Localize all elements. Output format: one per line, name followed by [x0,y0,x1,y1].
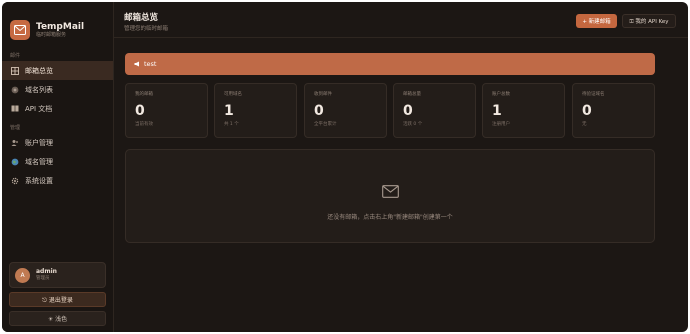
sidebar-item-overview[interactable]: 邮箱总览 [2,61,113,80]
envelope-icon [382,183,399,202]
stat-value: 1 [492,103,502,119]
stat-label: 账户总数 [492,92,510,97]
sidebar-item-api-docs[interactable]: API 文档 [2,99,113,118]
empty-state-panel: 还没有邮箱，点击右上角"新建邮箱"创建第一个 [125,149,655,243]
section-label-manage: 管理 [10,125,21,131]
stat-value: 0 [135,103,145,119]
stat-label: 待验证域名 [582,92,605,97]
megaphone-icon [134,61,140,67]
stat-card-received-mails: 收到邮件 0 全平台累计 [304,83,387,138]
stat-card-account-total: 账户总数 1 注册用户 [482,83,565,138]
banner-text: test [144,60,157,68]
sidebar-item-label: 域名列表 [25,85,53,94]
grid-icon [10,66,19,75]
sidebar-item-label: API 文档 [25,104,53,113]
gear-icon [10,176,19,185]
sidebar: TempMail 临时邮箱服务 邮件 邮箱总览 域名列表 API 文档 管理 账… [2,2,114,332]
stat-label: 我的邮箱 [135,92,153,97]
globe-color-icon [10,157,19,166]
stat-label: 邮箱总量 [403,92,421,97]
users-icon [10,138,19,147]
page-header: 邮箱总览 管理您的临时邮箱 + 新建邮箱 ⚿ 我的 API Key [114,2,688,38]
stat-note: 活跃 0 个 [403,122,423,127]
announcement-banner: test [125,53,655,75]
book-icon [10,104,19,113]
user-role: 管理员 [36,276,50,281]
section-label-mail: 邮件 [10,53,21,59]
empty-state-text: 还没有邮箱，点击右上角"新建邮箱"创建第一个 [327,214,453,221]
stat-card-available-domains: 可用域名 1 共 1 个 [214,83,297,138]
page-subtitle: 管理您的临时邮箱 [124,26,169,32]
brand-name: TempMail [36,21,85,32]
api-key-button[interactable]: ⚿ 我的 API Key [622,14,676,28]
stat-value: 1 [224,103,234,119]
stat-label: 收到邮件 [314,92,332,97]
stat-card-pending-domains: 待验证域名 0 无 [572,83,655,138]
stat-note: 当前有效 [135,122,153,127]
user-card[interactable]: A admin 管理员 [9,262,106,288]
page-title: 邮箱总览 [124,13,159,23]
avatar: A [15,267,30,283]
sidebar-item-label: 域名管理 [25,157,53,166]
stat-label: 可用域名 [224,92,242,97]
app-window: TempMail 临时邮箱服务 邮件 邮箱总览 域名列表 API 文档 管理 账… [2,2,688,332]
stat-card-my-mailboxes: 我的邮箱 0 当前有效 [125,83,208,138]
mail-logo-icon [10,20,30,40]
user-name: admin [36,268,57,275]
sidebar-item-label: 邮箱总览 [25,66,53,75]
stat-card-mailbox-total: 邮箱总量 0 活跃 0 个 [393,83,476,138]
sidebar-item-label: 账户管理 [25,138,53,147]
new-mailbox-button[interactable]: + 新建邮箱 [576,14,617,28]
stat-value: 0 [582,103,592,119]
sidebar-item-domain-manage[interactable]: 域名管理 [2,152,113,171]
stat-note: 共 1 个 [224,122,239,127]
brand-subtitle: 临时邮箱服务 [36,31,67,38]
theme-toggle-button[interactable]: ☀ 浅色 [9,311,106,326]
globe-icon [10,85,19,94]
stat-note: 无 [582,122,587,127]
stat-value: 0 [314,103,324,119]
logout-button[interactable]: ⎋ 退出登录 [9,292,106,307]
sidebar-item-label: 系统设置 [25,176,53,185]
brand: TempMail 临时邮箱服务 [2,2,113,46]
sidebar-item-domains[interactable]: 域名列表 [2,80,113,99]
stat-value: 0 [403,103,413,119]
stat-note: 全平台累计 [314,122,337,127]
sidebar-item-accounts[interactable]: 账户管理 [2,133,113,152]
main-content: 邮箱总览 管理您的临时邮箱 + 新建邮箱 ⚿ 我的 API Key test 我… [114,2,688,332]
sidebar-item-settings[interactable]: 系统设置 [2,171,113,190]
stat-note: 注册用户 [492,122,510,127]
